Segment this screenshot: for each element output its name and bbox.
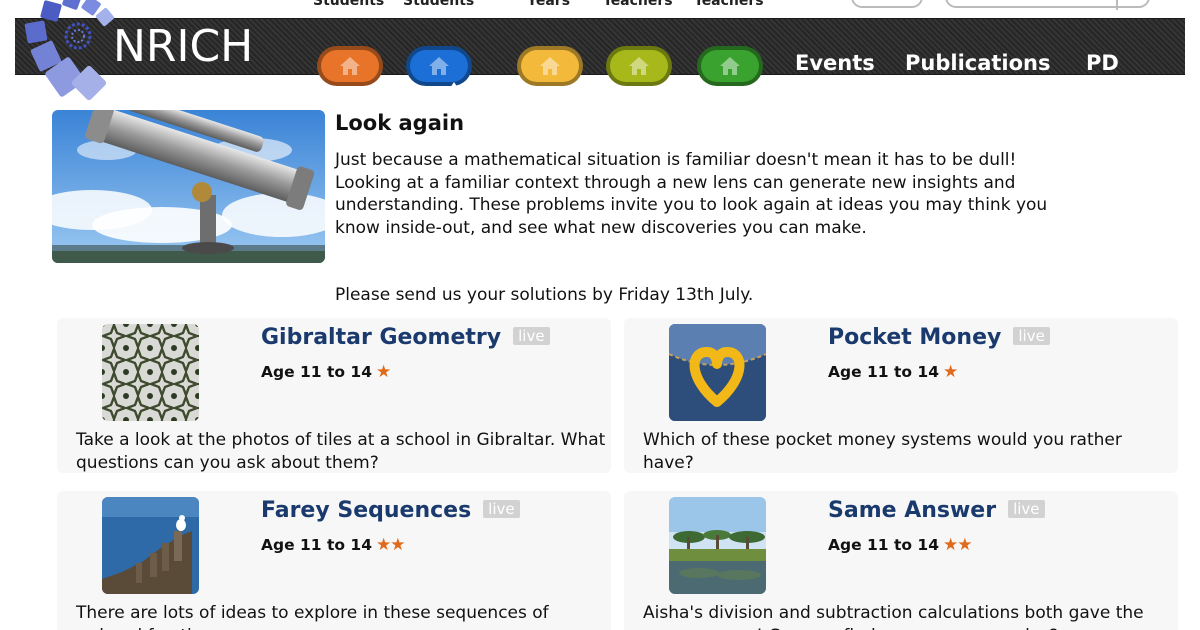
home-icon bbox=[629, 57, 649, 75]
home-icon bbox=[540, 57, 560, 75]
top-nav-label[interactable]: Students bbox=[313, 0, 384, 9]
home-icon bbox=[429, 57, 449, 75]
card-age: Age 11 to 14 ★ bbox=[261, 362, 391, 382]
home-button-lime[interactable] bbox=[606, 46, 672, 86]
age-range: Age 11 to 14 bbox=[828, 536, 939, 554]
problem-card[interactable]: Same Answer live Age 11 to 14 ★★ Aisha's d… bbox=[624, 491, 1178, 630]
home-icon bbox=[340, 57, 360, 75]
home-button-green[interactable] bbox=[697, 46, 763, 86]
nav-link-events[interactable]: Events bbox=[795, 51, 875, 75]
pocket-money-image bbox=[669, 324, 766, 421]
card-description: Which of these pocket money systems woul… bbox=[643, 430, 1122, 473]
age-range: Age 11 to 14 bbox=[261, 536, 372, 554]
top-nav-label[interactable]: Years bbox=[527, 0, 570, 9]
home-button-orange[interactable] bbox=[317, 46, 383, 86]
card-thumbnail-seagull[interactable] bbox=[102, 497, 199, 594]
nav-link-publications[interactable]: Publications bbox=[905, 51, 1051, 75]
problem-card[interactable]: Farey Sequences live Age 11 to 14 ★★ There… bbox=[57, 491, 611, 630]
nrich-logo-text[interactable]: NRICH bbox=[113, 24, 253, 70]
telescope-image bbox=[52, 110, 325, 263]
search-divider bbox=[1116, 0, 1118, 10]
tile-pattern-image bbox=[102, 324, 199, 421]
card-age: Age 11 to 14 ★★ bbox=[828, 535, 973, 555]
card-description: There are lots of ideas to explore in th… bbox=[76, 603, 549, 630]
nrich-logo-icon[interactable] bbox=[20, 0, 120, 104]
feature-description: Just because a mathematical situation is… bbox=[335, 150, 1048, 238]
live-badge: live bbox=[1008, 500, 1045, 518]
home-button-blue[interactable] bbox=[406, 46, 472, 86]
problem-card[interactable]: Gibraltar Geometry live Age 11 to 14 ★ Tak… bbox=[57, 318, 611, 473]
top-strip: Students Students Years Teachers Teacher… bbox=[0, 0, 1200, 18]
card-description: Take a look at the photos of tiles at a … bbox=[76, 430, 606, 473]
age-range: Age 11 to 14 bbox=[261, 363, 372, 381]
card-thumbnail-tiles[interactable] bbox=[102, 324, 199, 421]
card-thumbnail-pocket[interactable] bbox=[669, 324, 766, 421]
feature-title: Look again bbox=[335, 111, 465, 135]
lake-reflection-image bbox=[669, 497, 766, 594]
search-input[interactable] bbox=[945, 0, 1150, 10]
star-rating-icon: ★ bbox=[376, 362, 391, 382]
problem-card[interactable]: Pocket Money live Age 11 to 14 ★ Which of … bbox=[624, 318, 1178, 473]
card-title-link[interactable]: Same Answer live bbox=[828, 498, 1045, 523]
card-title-link[interactable]: Gibraltar Geometry live bbox=[261, 325, 550, 350]
feature-image-telescope bbox=[52, 110, 325, 263]
active-nav-caret bbox=[446, 82, 462, 94]
home-button-yellow[interactable] bbox=[517, 46, 583, 86]
card-title-link[interactable]: Pocket Money live bbox=[828, 325, 1050, 350]
card-title-text[interactable]: Farey Sequences bbox=[261, 498, 471, 523]
star-rating-icon: ★★ bbox=[943, 535, 973, 555]
card-age: Age 11 to 14 ★ bbox=[828, 362, 958, 382]
age-range: Age 11 to 14 bbox=[828, 363, 939, 381]
card-description: Aisha's division and subtraction calcula… bbox=[643, 603, 1144, 630]
star-rating-icon: ★ bbox=[943, 362, 958, 382]
card-title-text[interactable]: Same Answer bbox=[828, 498, 996, 523]
live-badge: live bbox=[1013, 327, 1050, 345]
top-nav-label[interactable]: Students bbox=[403, 0, 474, 9]
nav-link-pd[interactable]: PD bbox=[1086, 51, 1119, 75]
card-title-link[interactable]: Farey Sequences live bbox=[261, 498, 520, 523]
live-badge: live bbox=[483, 500, 520, 518]
top-nav-label[interactable]: Teachers bbox=[694, 0, 764, 9]
card-title-text[interactable]: Gibraltar Geometry bbox=[261, 325, 501, 350]
feature-deadline: Please send us your solutions by Friday … bbox=[335, 285, 754, 305]
live-badge: live bbox=[513, 327, 550, 345]
card-thumbnail-lake[interactable] bbox=[669, 497, 766, 594]
top-nav-label[interactable]: Teachers bbox=[603, 0, 673, 9]
login-button[interactable] bbox=[851, 0, 923, 8]
home-icon bbox=[720, 57, 740, 75]
card-title-text[interactable]: Pocket Money bbox=[828, 325, 1001, 350]
star-rating-icon: ★★ bbox=[376, 535, 406, 555]
card-age: Age 11 to 14 ★★ bbox=[261, 535, 406, 555]
seagull-posts-image bbox=[102, 497, 199, 594]
